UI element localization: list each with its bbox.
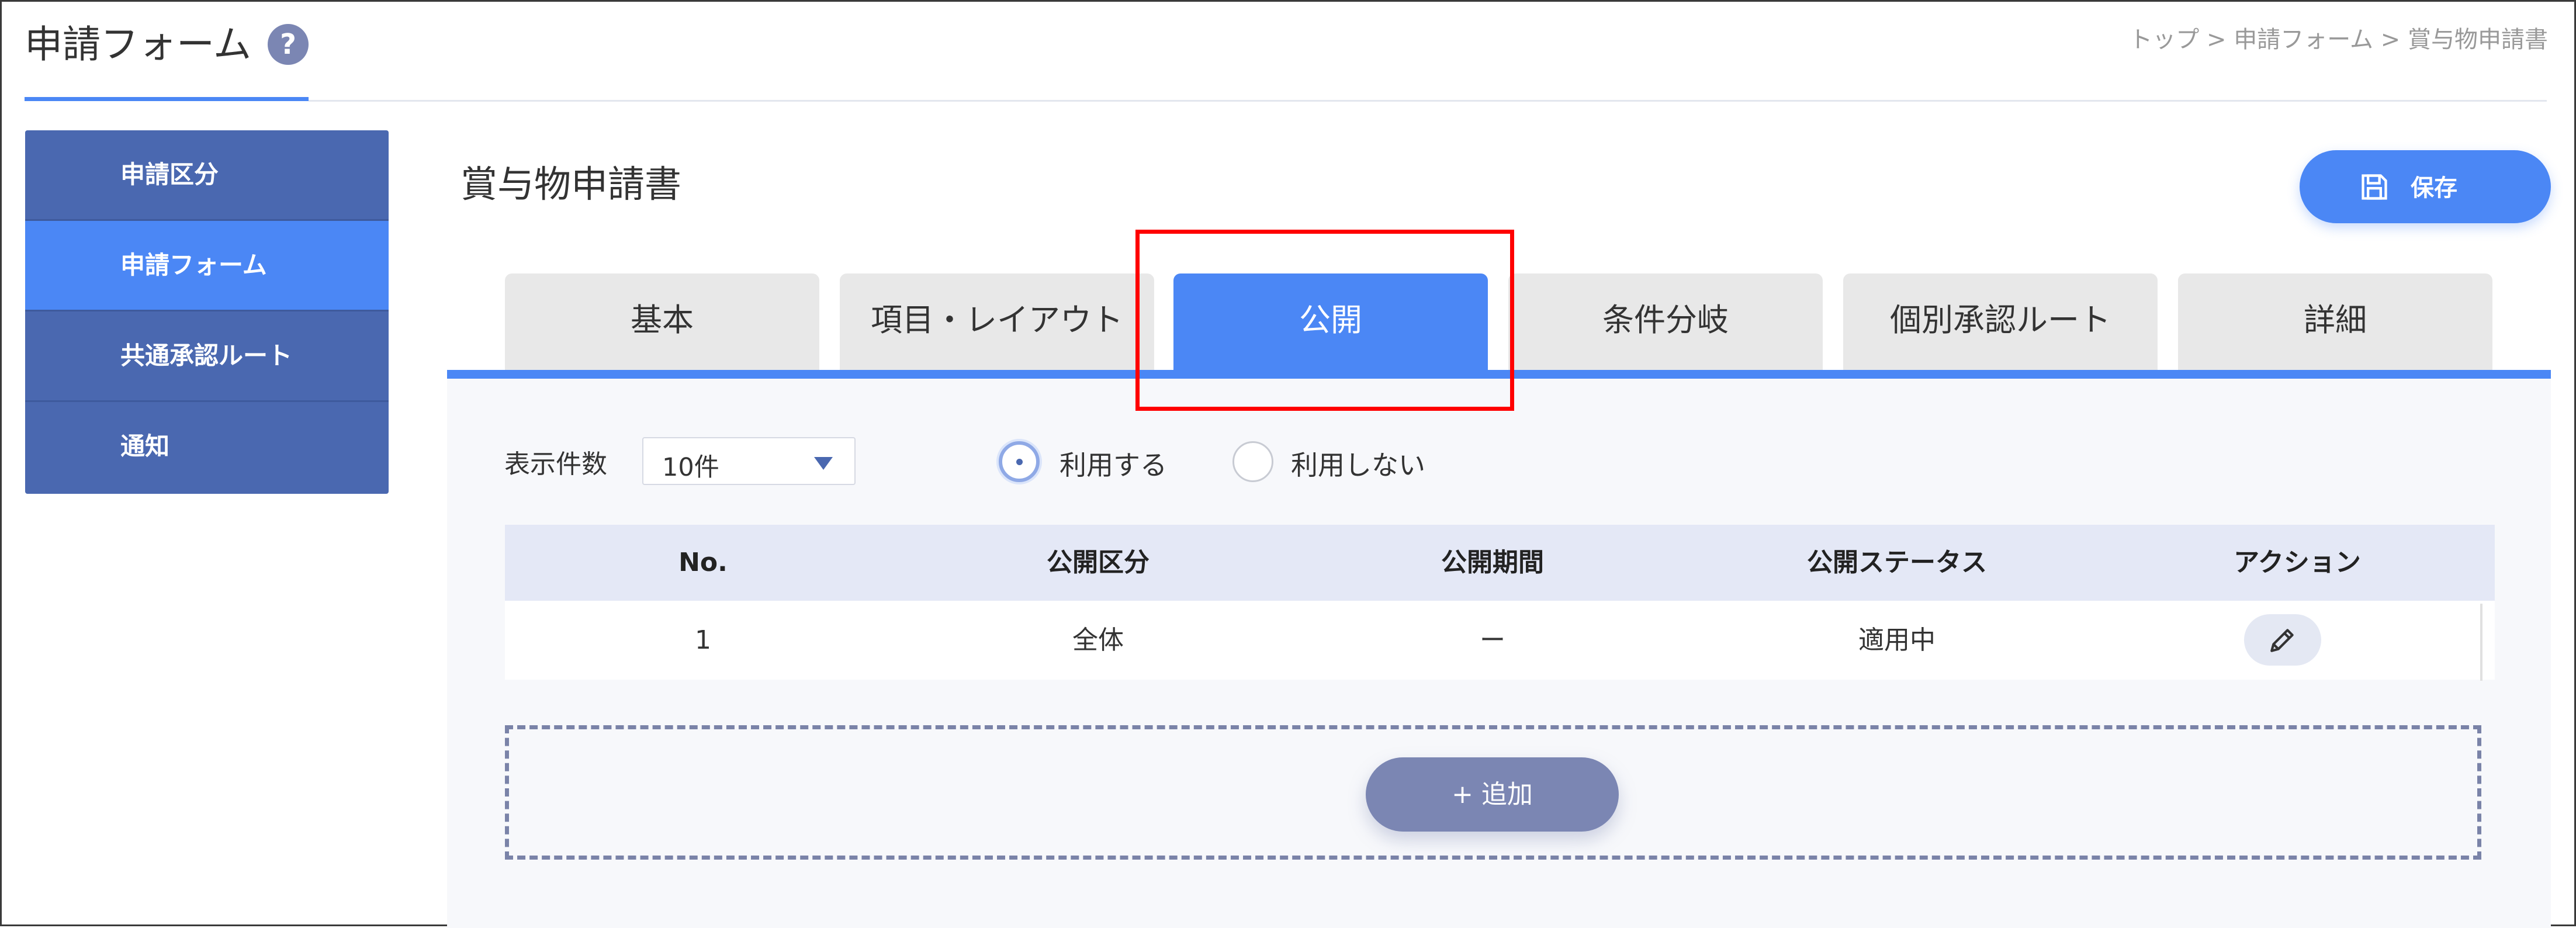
sidebar: 申請区分 申請フォーム 共通承認ルート 通知 [25, 130, 389, 494]
document-title: 賞与物申請書 [461, 163, 681, 206]
sidebar-item-application-category[interactable]: 申請区分 [25, 130, 389, 219]
app-frame: 申請フォーム ? トップ > 申請フォーム > 賞与物申請書 申請区分 申請フォ… [0, 0, 2576, 928]
cell-category: 全体 [1072, 625, 1124, 655]
breadcrumb-current: 賞与物申請書 [2408, 26, 2548, 53]
tab-items-layout[interactable]: 項目・レイアウト [840, 273, 1154, 373]
table-header: No. 公開区分 公開期間 公開ステータス アクション [505, 525, 2495, 601]
sidebar-item-common-approval-route[interactable]: 共通承認ルート [25, 311, 389, 400]
column-header-period: 公開期間 [1441, 548, 1544, 577]
header-divider [309, 100, 2547, 102]
breadcrumb-form[interactable]: 申請フォーム [2234, 26, 2373, 53]
cell-no: 1 [695, 625, 711, 655]
tab-individual-approval-route[interactable]: 個別承認ルート [1843, 273, 2158, 373]
tab-conditional-branch[interactable]: 条件分岐 [1508, 273, 1823, 373]
floppy-disk-icon [2362, 174, 2387, 200]
page-title: 申請フォーム [25, 23, 252, 67]
caret-down-icon [814, 457, 833, 470]
cell-status: 適用中 [1858, 625, 1936, 655]
column-header-status: 公開ステータス [1807, 548, 1987, 577]
radio-not-use-label[interactable]: 利用しない [1291, 444, 1425, 483]
tab-basic[interactable]: 基本 [505, 273, 819, 373]
highlight-annotation [1135, 230, 1514, 411]
radio-not-use[interactable] [1232, 441, 1273, 482]
display-count-value: 10件 [662, 453, 719, 482]
display-count-select[interactable]: 10件 [642, 437, 856, 485]
table-row: 1 全体 ー 適用中 [505, 601, 2495, 680]
edit-button[interactable] [2244, 614, 2321, 666]
breadcrumb: トップ > 申請フォーム > 賞与物申請書 [2129, 20, 2548, 54]
add-button[interactable]: + 追加 [1366, 757, 1619, 832]
radio-use-label[interactable]: 利用する [1060, 444, 1167, 483]
breadcrumb-separator: > [2207, 26, 2227, 53]
sidebar-item-notification[interactable]: 通知 [25, 402, 389, 491]
pencil-icon [2270, 629, 2294, 652]
column-header-no: No. [678, 548, 728, 577]
title-underline [25, 97, 309, 101]
column-header-category: 公開区分 [1047, 548, 1149, 577]
help-icon[interactable]: ? [268, 24, 309, 65]
save-label: 保存 [2411, 175, 2457, 202]
breadcrumb-top[interactable]: トップ [2129, 26, 2199, 53]
radio-use[interactable] [999, 441, 1040, 482]
save-button[interactable]: 保存 [2300, 150, 2551, 223]
tab-details[interactable]: 詳細 [2178, 273, 2492, 373]
table-scrollbar[interactable] [2480, 604, 2482, 681]
cell-period: ー [1480, 625, 1505, 655]
display-count-label: 表示件数 [504, 449, 607, 479]
breadcrumb-separator: > [2380, 26, 2401, 53]
sidebar-item-application-form[interactable]: 申請フォーム [25, 221, 389, 310]
column-header-action: アクション [2234, 548, 2361, 577]
